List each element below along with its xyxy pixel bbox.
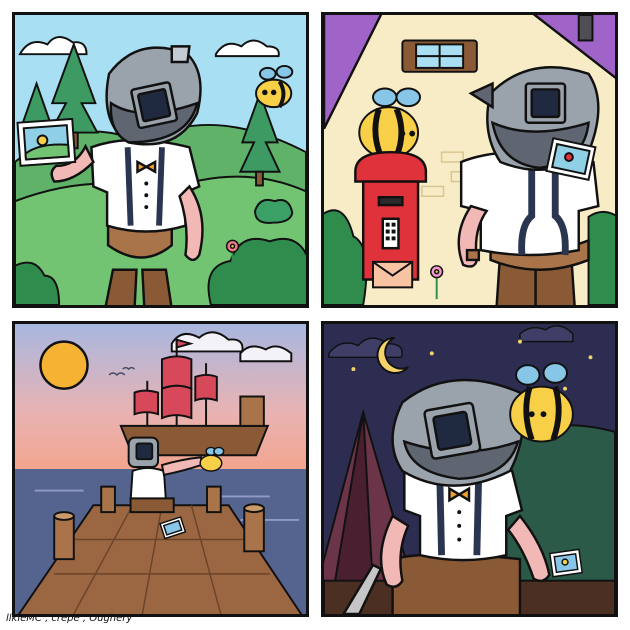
postbox [354, 150, 428, 281]
window-icon [401, 39, 478, 73]
bee-character [255, 64, 294, 109]
comic-panel-sunset-pier [12, 321, 309, 617]
comic-panel-night-camp [321, 321, 618, 617]
house-scene [324, 15, 615, 305]
sunset-scene [15, 324, 306, 614]
sun [39, 340, 89, 390]
photo-card [16, 117, 77, 167]
comic-panel-house [321, 12, 618, 308]
meadow-scene [15, 15, 306, 305]
photo-card [548, 548, 584, 578]
artist-credit: llkieMC , crepe , Oughery [6, 613, 133, 624]
night-scene [324, 324, 615, 614]
letter-envelope [372, 260, 414, 289]
comic-panel-meadow [12, 12, 309, 308]
